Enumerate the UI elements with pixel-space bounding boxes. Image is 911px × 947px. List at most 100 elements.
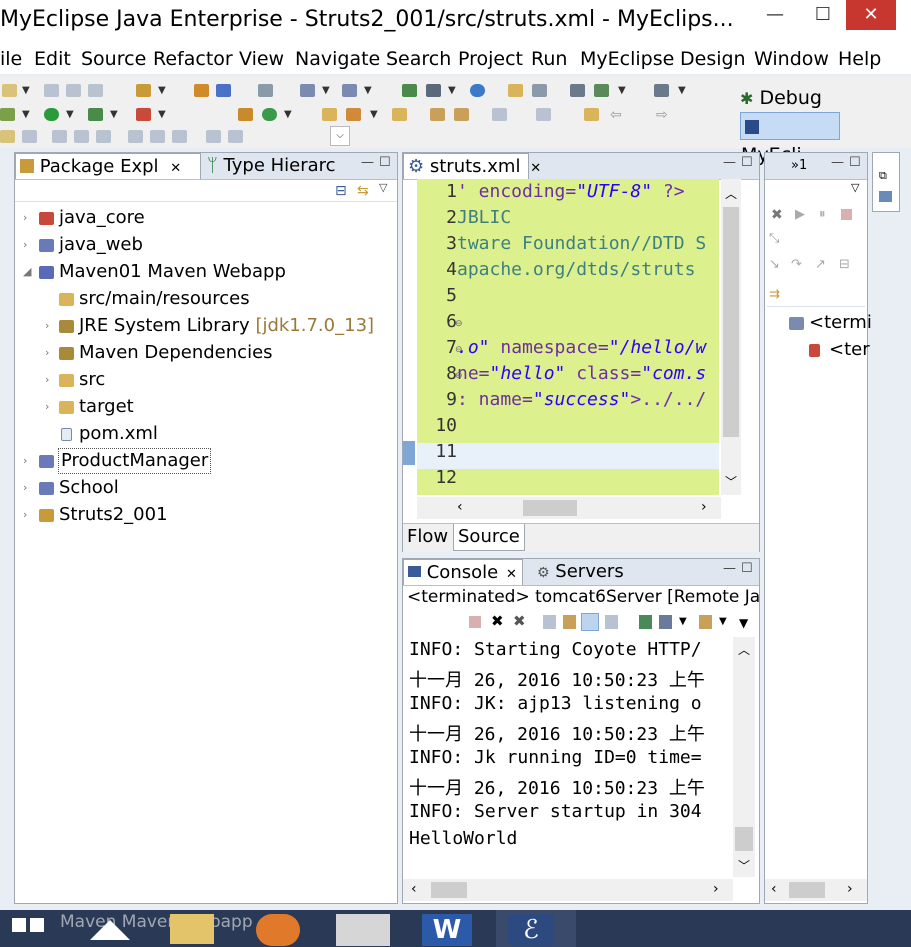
chevron-down-icon[interactable]: ▼ [284, 109, 292, 120]
open-file-icon[interactable] [532, 84, 547, 97]
chevron-down-icon[interactable]: ▼ [158, 109, 166, 120]
console-hscrollbar[interactable]: ‹ › [403, 879, 733, 901]
menu-view[interactable]: View [239, 48, 284, 70]
chevron-down-icon[interactable]: ▼ [66, 109, 74, 120]
minimize-view-icon[interactable]: — [723, 561, 736, 576]
scroll-thumb[interactable] [723, 207, 739, 437]
chevron-down-icon[interactable]: ▼ [158, 85, 166, 96]
minimize-view-icon[interactable]: — [831, 155, 844, 170]
tab-servers[interactable]: ⚙ Servers [533, 559, 624, 585]
folder-icon[interactable] [508, 84, 523, 97]
use-step-filters-icon[interactable]: ⇉ [769, 287, 780, 302]
editor-hscrollbar[interactable]: ‹ › [417, 497, 721, 519]
distribute-icon[interactable] [206, 130, 221, 143]
remove-all-icon[interactable]: ✖ [513, 612, 526, 630]
layout-icon[interactable] [52, 130, 67, 143]
camera-icon[interactable] [654, 84, 669, 97]
console-vscrollbar[interactable]: ︿ ﹀ [733, 637, 755, 877]
print-icon[interactable] [88, 84, 103, 97]
terminate-icon[interactable] [841, 209, 852, 220]
tab-struts-xml[interactable]: ⚙ struts.xml ✕ [403, 153, 541, 179]
chevron-left-icon[interactable]: ‹ [771, 881, 777, 897]
editor-vscrollbar[interactable]: ︿ ﹀ [721, 179, 741, 495]
maximize-view-icon[interactable]: ☐ [741, 155, 753, 170]
drop-frame-icon[interactable]: ⊟ [839, 257, 850, 272]
word-wrap-icon[interactable] [581, 613, 599, 631]
layout-icon[interactable] [74, 130, 89, 143]
show-console-icon[interactable] [605, 615, 618, 629]
code-editor[interactable]: 1 2 3 4 5 6 7 8 9 10 11 12 ⊖ ⊖ ⊖ ' encod… [403, 179, 719, 495]
open-folder-icon[interactable] [322, 108, 337, 121]
menu-search[interactable]: Search [386, 48, 451, 70]
hierarchy-icon[interactable] [402, 84, 417, 97]
maximize-view-icon[interactable]: ☐ [849, 155, 861, 170]
chevron-right-icon[interactable]: › [847, 881, 853, 897]
step-into-icon[interactable]: ↘ [769, 257, 780, 272]
forward-arrow-icon[interactable]: ⇨ [656, 107, 668, 123]
maximize-view-icon[interactable]: ☐ [741, 561, 753, 576]
browse-icon[interactable] [392, 108, 407, 121]
step-return-icon[interactable]: ↗ [815, 257, 826, 272]
clear-console-icon[interactable] [543, 615, 556, 629]
tab-package-explorer[interactable]: Package Expl ✕ [15, 153, 201, 179]
menu-file[interactable]: ile [0, 48, 22, 70]
collapse-all-icon[interactable]: ⊟ [335, 183, 347, 199]
deploy-icon[interactable] [136, 84, 151, 97]
format-icon[interactable] [22, 130, 37, 143]
tab-flow[interactable]: Flow [407, 526, 448, 547]
scroll-thumb[interactable] [735, 827, 753, 851]
back-arrow-icon[interactable]: ⇦ [610, 107, 622, 123]
external-tools-icon[interactable] [136, 108, 151, 121]
chevron-down-icon[interactable]: ▼ [22, 109, 30, 120]
menu-help[interactable]: Help [838, 48, 881, 70]
align-icon[interactable] [150, 130, 165, 143]
tab-overflow[interactable]: »1 [787, 153, 807, 179]
web-icon[interactable] [594, 84, 609, 97]
step-over-icon[interactable]: ↷ [791, 257, 802, 272]
menu-edit[interactable]: Edit [34, 48, 71, 70]
package-icon[interactable] [216, 84, 231, 97]
layout-icon[interactable] [96, 130, 111, 143]
remove-icon[interactable]: ✖ [491, 612, 504, 630]
menu-run[interactable]: Run [531, 48, 567, 70]
last-edit-icon[interactable] [584, 108, 599, 121]
maximize-button[interactable]: ☐ [800, 0, 846, 30]
chevron-down-icon[interactable]: ▼ [719, 616, 727, 627]
menu-refactor[interactable]: Refactor [153, 48, 233, 70]
chevron-up-icon[interactable]: ︿ [738, 641, 750, 658]
search-icon[interactable] [342, 84, 357, 97]
resume-icon[interactable]: ▶ [795, 207, 805, 222]
windows-start-icon[interactable] [30, 918, 44, 932]
chevron-up-icon[interactable]: ︿ [725, 185, 737, 202]
next-annotation-icon[interactable] [492, 108, 507, 121]
chevron-down-icon[interactable]: ﹀ [725, 473, 737, 490]
mark-icon[interactable] [454, 108, 469, 121]
outline-hscrollbar[interactable]: ‹ › [765, 879, 867, 901]
close-icon[interactable]: ✕ [506, 567, 517, 582]
terminate-icon[interactable] [469, 616, 481, 628]
menu-project[interactable]: Project [458, 48, 523, 70]
distribute-icon[interactable] [228, 130, 243, 143]
prev-annotation-icon[interactable] [536, 108, 551, 121]
chevron-down-icon[interactable]: ▼ [110, 109, 118, 120]
toggle-icon[interactable] [0, 130, 15, 143]
chevron-down-icon[interactable]: ▼ [22, 85, 30, 96]
run-icon[interactable] [44, 108, 59, 121]
new-icon[interactable] [2, 84, 17, 97]
minimize-view-icon[interactable]: — [723, 155, 736, 170]
annotation-icon[interactable] [430, 108, 445, 121]
console-icon[interactable] [258, 84, 273, 97]
chevron-down-icon[interactable]: ▼ [679, 616, 687, 627]
wizard-icon[interactable] [300, 84, 315, 97]
task-icon[interactable] [570, 84, 585, 97]
chevron-down-icon[interactable]: ▼ [322, 85, 330, 96]
chevron-left-icon[interactable]: ‹ [457, 499, 463, 515]
menu-navigate[interactable]: Navigate [295, 48, 380, 70]
new-package-icon[interactable] [262, 108, 277, 121]
taskbar-active-slot[interactable]: ℰ [496, 910, 576, 947]
chevron-down-icon[interactable]: ▼ [448, 85, 456, 96]
chevron-down-icon[interactable]: ▼ [364, 85, 372, 96]
remove-all-icon[interactable]: ✖ [771, 207, 783, 223]
display-console-icon[interactable] [659, 615, 672, 629]
toolbar-dropdown[interactable]: ⌵ [330, 126, 350, 146]
